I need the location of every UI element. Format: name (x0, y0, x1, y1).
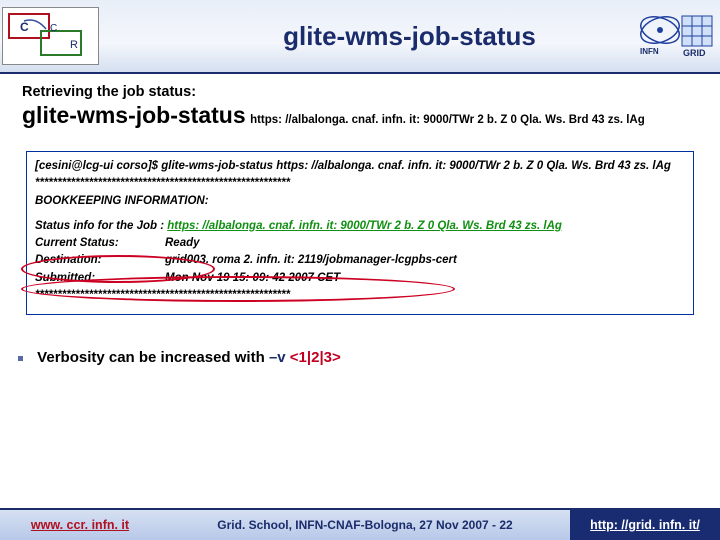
terminal-divider: ****************************************… (35, 175, 685, 192)
terminal-cmd: glite-wms-job-status https: //albalonga.… (161, 160, 671, 172)
svg-text:C: C (50, 23, 57, 34)
svg-text:C: C (20, 20, 29, 34)
footer-left-link[interactable]: www. ccr. infn. it (31, 518, 129, 532)
status-url-link[interactable]: https: //albalonga. cnaf. infn. it: 9000… (167, 220, 562, 232)
page-title: glite-wms-job-status (99, 21, 720, 52)
svg-text:R: R (70, 39, 78, 51)
row-destination: Destination: grid003. roma 2. infn. it: … (35, 252, 685, 269)
footer-band: www. ccr. infn. it Grid. School, INFN-CN… (0, 508, 720, 540)
terminal-line-cmd: [cesini@lcg-ui corso]$ glite-wms-job-sta… (35, 158, 685, 175)
row-current-key: Current Status: (35, 235, 165, 252)
terminal-status-intro-row: Status info for the Job : https: //albal… (35, 218, 685, 235)
verbosity-line: Verbosity can be increased with –v <1|2|… (22, 349, 698, 366)
footer-mid: Grid. School, INFN-CNAF-Bologna, 27 Nov … (160, 518, 570, 532)
row-submitted-val: Mon Nov 19 15: 09: 42 2007 CET (165, 270, 340, 287)
footer-right-link[interactable]: http: //grid. infn. it/ (590, 518, 700, 532)
command-url: https: //albalonga. cnaf. infn. it: 9000… (250, 114, 645, 126)
prompt: [cesini@lcg-ui corso]$ (35, 160, 158, 172)
logo-ccr: C C R (2, 7, 99, 65)
verbosity-text: Verbosity can be increased with (37, 349, 269, 366)
terminal-box: [cesini@lcg-ui corso]$ glite-wms-job-sta… (26, 151, 694, 315)
footer-left: www. ccr. infn. it (0, 518, 160, 532)
terminal-divider2: ****************************************… (35, 287, 685, 304)
row-current-val: Ready (165, 235, 200, 252)
header-band: C C R glite-wms-job-status INFN GRID (0, 0, 720, 74)
svg-text:INFN: INFN (640, 47, 659, 56)
logo-infn-grid: INFN GRID (636, 8, 716, 60)
bullet-icon (18, 356, 23, 361)
command-name: glite-wms-job-status (22, 102, 246, 128)
row-dest-key: Destination: (35, 252, 165, 269)
svg-text:GRID: GRID (683, 48, 706, 58)
terminal-bookkeeping: BOOKKEEPING INFORMATION: (35, 193, 685, 210)
row-submitted-key: Submitted: (35, 270, 165, 287)
verbosity-vals: <1|2|3> (290, 349, 341, 366)
status-intro: Status info for the Job : (35, 220, 164, 232)
content-area: Retrieving the job status: glite-wms-job… (0, 74, 720, 366)
command-line: glite-wms-job-status https: //albalonga.… (22, 102, 698, 129)
footer-right: http: //grid. infn. it/ (570, 510, 720, 540)
row-current: Current Status: Ready (35, 235, 685, 252)
retrieve-label: Retrieving the job status: (22, 84, 698, 100)
row-dest-val: grid003. roma 2. infn. it: 2119/jobmanag… (165, 252, 457, 269)
verbosity-flag: –v (269, 349, 290, 366)
row-submitted: Submitted: Mon Nov 19 15: 09: 42 2007 CE… (35, 270, 685, 287)
